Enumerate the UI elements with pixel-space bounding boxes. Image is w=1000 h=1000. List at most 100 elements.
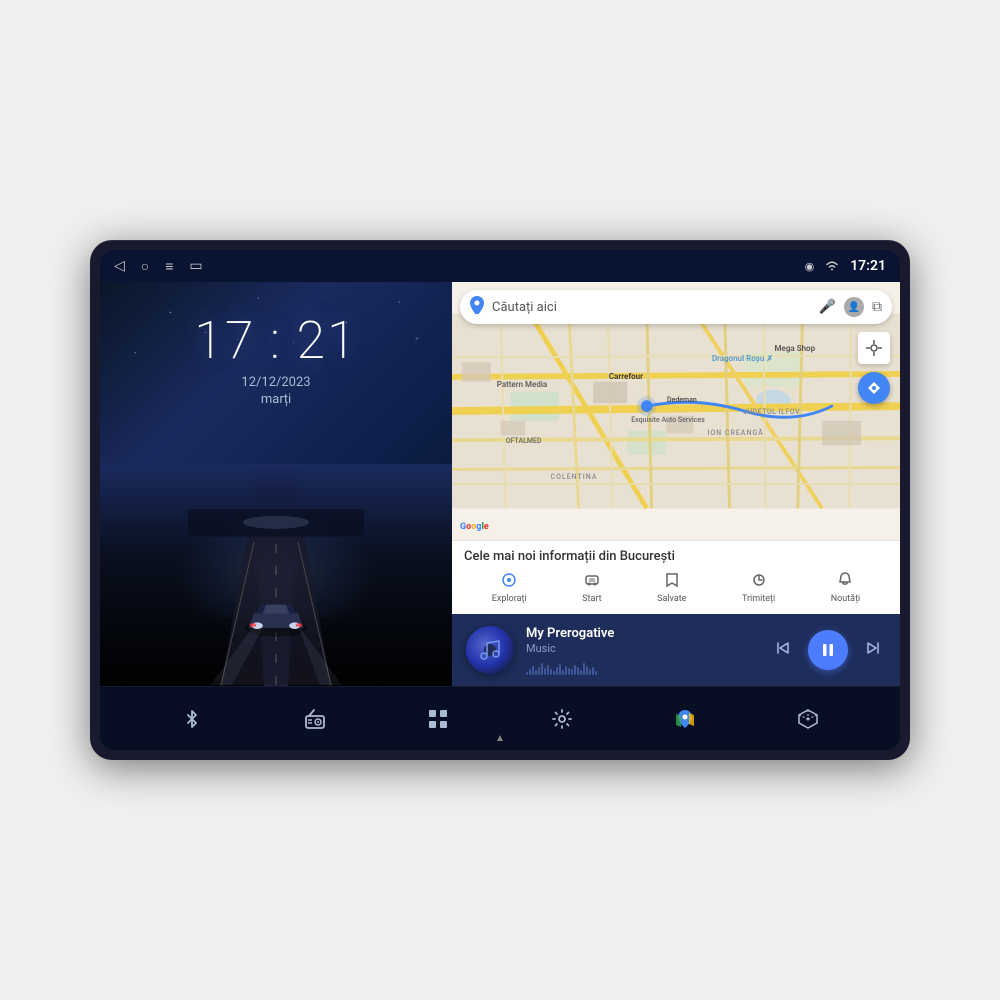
trimiteti-label: Trimiteți <box>742 594 775 604</box>
play-pause-button[interactable] <box>808 630 848 670</box>
clock-day: marți <box>261 392 291 407</box>
maps-info-bar: Cele mai noi informații din București Ex… <box>452 540 900 614</box>
salvate-icon <box>665 572 679 592</box>
waveform-bar <box>559 664 561 675</box>
waveform-bar <box>547 665 549 675</box>
explorați-icon <box>501 572 517 592</box>
music-info: My Prerogative Music <box>526 626 758 675</box>
status-time: 17:21 <box>850 258 886 274</box>
waveform-bar <box>592 667 594 675</box>
apps-icon <box>427 708 449 730</box>
screen: ◁ ○ ≡ ▭ ◉ 17:21 17 : <box>100 250 900 750</box>
maps-info-title: Cele mai noi informații din București <box>464 549 888 564</box>
waveform-bar <box>529 669 531 675</box>
cube-button[interactable] <box>784 695 832 743</box>
maps-search-bar[interactable]: Căutați aici 🎤 👤 ⧉ <box>460 290 892 324</box>
cube-icon <box>797 708 819 730</box>
waveform-bar <box>565 666 567 675</box>
music-title: My Prerogative <box>526 626 758 641</box>
location-icon: ◉ <box>805 260 815 273</box>
main-content: 17 : 21 12/12/2023 marți <box>100 282 900 686</box>
map-label-oftalmed: OFTALMED <box>506 437 542 445</box>
clock-time: 17 : 21 <box>194 310 357 371</box>
waveform-bar <box>574 665 576 675</box>
wifi-icon <box>824 259 840 274</box>
waveform-bar <box>541 663 543 675</box>
maps-nav-trimiteti[interactable]: Trimiteți <box>734 570 783 606</box>
waveform-bar <box>553 671 555 675</box>
waveform-bar <box>562 670 564 675</box>
music-waveform <box>526 659 758 675</box>
maps-search-placeholder: Căutați aici <box>492 300 811 315</box>
noutati-label: Noutăți <box>831 594 861 604</box>
waveform-bar <box>526 672 528 675</box>
maps-mic-icon[interactable]: 🎤 <box>819 299 836 315</box>
google-logo: Google <box>460 521 489 532</box>
bluetooth-button[interactable] <box>168 695 216 743</box>
album-art <box>466 626 514 674</box>
map-label-colentina: COLENTINA <box>551 473 598 481</box>
explorați-label: Explorați <box>492 594 527 604</box>
bottom-dock: ▲ <box>100 686 900 750</box>
waveform-bar <box>571 669 573 675</box>
status-bar: ◁ ○ ≡ ▭ ◉ 17:21 <box>100 250 900 282</box>
right-panel: Pattern Media Carrefour Dragonul Roșu ✗ … <box>452 282 900 686</box>
status-right: ◉ 17:21 <box>805 258 886 274</box>
nav-home-icon[interactable]: ○ <box>141 258 149 275</box>
waveform-bar <box>580 670 582 675</box>
map-label-dragon: Dragonul Roșu ✗ <box>712 354 773 363</box>
maps-bottom-nav: Explorați Start <box>464 570 888 606</box>
start-label: Start <box>582 594 601 604</box>
noutati-icon <box>838 572 852 592</box>
settings-icon <box>551 708 573 730</box>
trimiteti-icon <box>751 572 767 592</box>
waveform-bar <box>532 666 534 675</box>
maps-section[interactable]: Pattern Media Carrefour Dragonul Roșu ✗ … <box>452 282 900 540</box>
map-navigate-button[interactable] <box>858 372 890 404</box>
maps-nav-explorați[interactable]: Explorați <box>484 570 535 606</box>
maps-layers-icon[interactable]: ⧉ <box>872 299 882 315</box>
settings-button[interactable] <box>538 695 586 743</box>
waveform-bar <box>577 667 579 675</box>
map-label-ilfov: JUDEȚUL ILFOV <box>743 408 800 416</box>
map-location-button[interactable] <box>858 332 890 364</box>
map-label-megashop: Mega Shop <box>775 344 816 353</box>
prev-button[interactable] <box>770 635 796 666</box>
maps-nav-start[interactable]: Start <box>574 570 609 606</box>
maps-dock-button[interactable] <box>661 695 709 743</box>
maps-nav-noutati[interactable]: Noutăți <box>823 570 869 606</box>
music-controls <box>770 630 886 670</box>
start-icon <box>584 572 600 592</box>
waveform-bar <box>595 671 597 675</box>
nav-back-icon[interactable]: ◁ <box>114 258 125 274</box>
map-label-carrefour: Carrefour <box>609 372 643 381</box>
waveform-bar <box>538 667 540 675</box>
nav-menu-icon[interactable]: ≡ <box>165 258 173 275</box>
nav-buttons: ◁ ○ ≡ ▭ <box>114 258 203 275</box>
map-label-exquisite: Exquisite Auto Services <box>631 416 705 424</box>
home-chevron-icon[interactable]: ▲ <box>495 733 505 744</box>
map-label-pattern: Pattern Media <box>497 380 547 389</box>
nav-recent-icon[interactable]: ▭ <box>189 258 202 274</box>
apps-button[interactable] <box>414 695 462 743</box>
next-button[interactable] <box>860 635 886 666</box>
left-panel: 17 : 21 12/12/2023 marți <box>100 282 452 686</box>
bluetooth-icon <box>181 708 203 730</box>
music-artist: Music <box>526 642 758 655</box>
map-label-dedeman: Dedeman <box>667 396 697 404</box>
maps-dock-icon <box>674 708 696 730</box>
device: ◁ ○ ≡ ▭ ◉ 17:21 17 : <box>90 240 910 760</box>
waveform-bar <box>544 668 546 675</box>
maps-user-icon[interactable]: 👤 <box>844 297 864 317</box>
music-player: My Prerogative Music <box>452 614 900 686</box>
clock-date: 12/12/2023 <box>241 375 310 390</box>
waveform-bar <box>550 669 552 675</box>
salvate-label: Salvate <box>657 594 686 604</box>
maps-pin-icon <box>470 296 484 318</box>
radio-button[interactable] <box>291 695 339 743</box>
radio-icon <box>304 708 326 730</box>
map-label-ion: ION CREANGĂ <box>707 429 763 437</box>
maps-nav-salvate[interactable]: Salvate <box>649 570 694 606</box>
waveform-bar <box>583 663 585 675</box>
waveform-bar <box>556 667 558 675</box>
